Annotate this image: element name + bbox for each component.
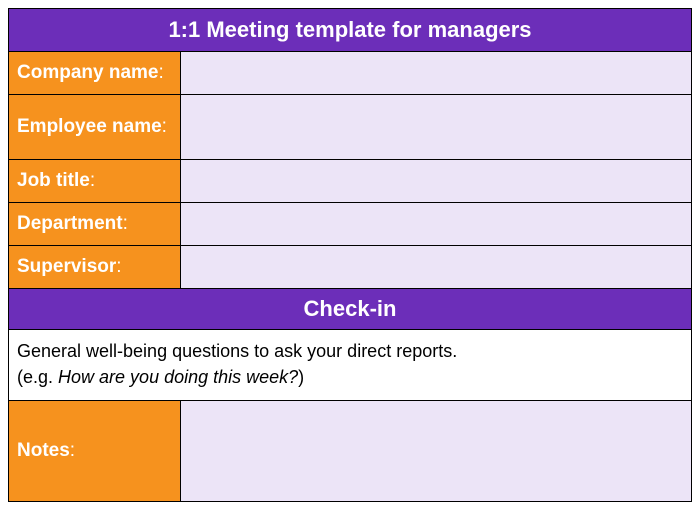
checkin-desc-line1: General well-being questions to ask your… — [17, 341, 457, 361]
label-employee-name: Employee name: — [9, 95, 181, 159]
row-department: Department: — [9, 203, 691, 246]
input-job-title[interactable] — [181, 160, 691, 202]
checkin-description: General well-being questions to ask your… — [9, 330, 691, 401]
row-job-title: Job title: — [9, 160, 691, 203]
label-job-title: Job title: — [9, 160, 181, 202]
checkin-desc-example: How are you doing this week? — [58, 367, 298, 387]
input-department[interactable] — [181, 203, 691, 245]
input-employee-name[interactable] — [181, 95, 691, 159]
template-title: 1:1 Meeting template for managers — [9, 9, 691, 52]
label-department: Department: — [9, 203, 181, 245]
row-employee-name: Employee name: — [9, 95, 691, 160]
input-notes[interactable] — [181, 401, 691, 501]
input-supervisor[interactable] — [181, 246, 691, 288]
label-supervisor: Supervisor: — [9, 246, 181, 288]
checkin-heading: Check-in — [9, 289, 691, 330]
meeting-template: 1:1 Meeting template for managers Compan… — [8, 8, 692, 502]
input-company-name[interactable] — [181, 52, 691, 94]
checkin-desc-prefix: (e.g. — [17, 367, 58, 387]
label-company-name: Company name: — [9, 52, 181, 94]
row-supervisor: Supervisor: — [9, 246, 691, 289]
row-notes: Notes: — [9, 401, 691, 501]
label-notes: Notes: — [9, 401, 181, 501]
row-company-name: Company name: — [9, 52, 691, 95]
checkin-desc-suffix: ) — [298, 367, 304, 387]
